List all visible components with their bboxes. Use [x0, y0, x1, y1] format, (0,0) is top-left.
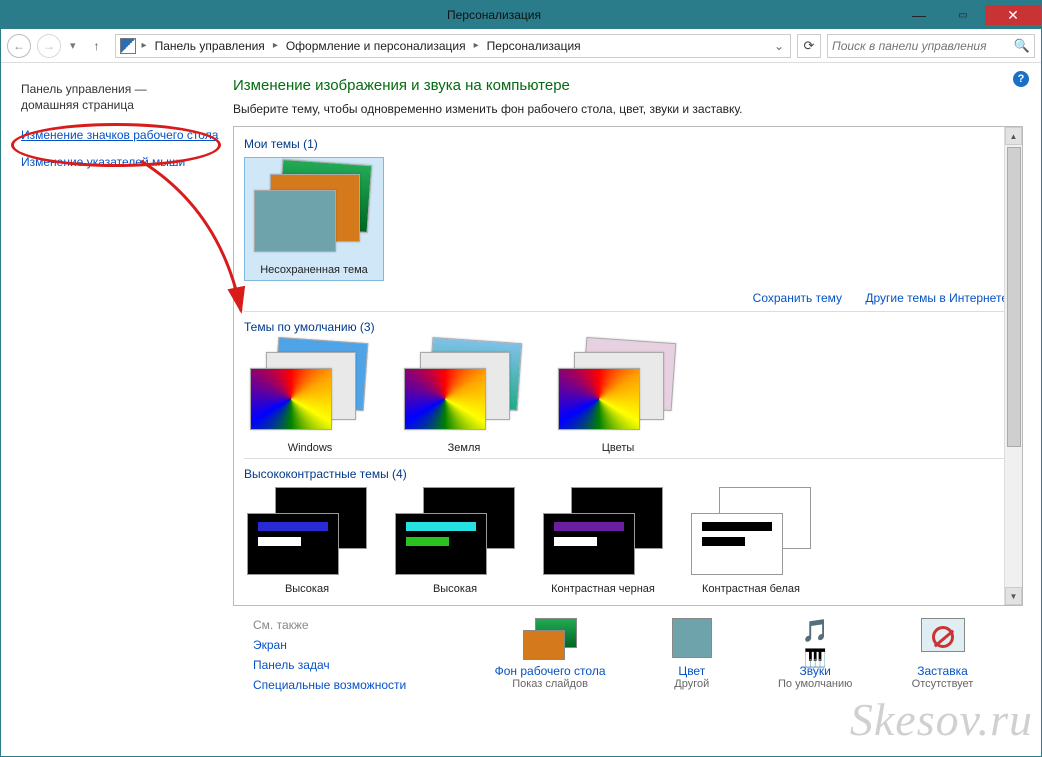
see-also-header: См. также: [253, 618, 465, 632]
sidebar: Панель управления — домашняя страница Из…: [1, 63, 233, 756]
desktop-background-icon: [523, 618, 577, 660]
content: ? Изменение изображения и звука на компь…: [233, 63, 1041, 756]
back-button[interactable]: ←: [7, 34, 31, 58]
color-icon: [665, 618, 719, 660]
chevron-right-icon: ▸: [142, 40, 147, 51]
search-icon[interactable]: 🔍: [1014, 38, 1030, 54]
window-title: Персонализация: [91, 8, 897, 22]
see-also: См. также Экран Панель задач Специальные…: [253, 618, 465, 692]
close-button[interactable]: ✕: [985, 5, 1041, 25]
maximize-button[interactable]: ▭: [941, 5, 985, 25]
titlebar: Персонализация — ▭ ✕: [1, 1, 1041, 29]
save-theme-link[interactable]: Сохранить тему: [753, 291, 842, 305]
scroll-up-button[interactable]: ▲: [1005, 127, 1022, 145]
forward-button[interactable]: →: [37, 34, 61, 58]
option-color[interactable]: Цвет Другой: [665, 618, 719, 692]
option-desktop-background[interactable]: Фон рабочего стола Показ слайдов: [495, 618, 606, 692]
control-panel-icon: [120, 38, 136, 54]
option-label: Фон рабочего стола: [495, 664, 606, 678]
option-subtext: Другой: [665, 678, 719, 690]
sidebar-link-desktop-icons[interactable]: Изменение значков рабочего стола: [21, 127, 221, 143]
history-dropdown[interactable]: ▾: [67, 39, 79, 52]
sidebar-link-mouse-pointers[interactable]: Изменение указателей мыши: [21, 154, 221, 170]
chevron-down-icon[interactable]: ⌄: [774, 39, 786, 53]
scrollbar[interactable]: ▲ ▼: [1004, 127, 1022, 605]
search-box[interactable]: 🔍: [827, 34, 1035, 58]
refresh-button[interactable]: ⟳: [797, 34, 821, 58]
theme-label: Несохраненная тема: [260, 264, 368, 276]
theme-label: Высокая: [392, 583, 518, 595]
option-subtext: Показ слайдов: [495, 678, 606, 690]
theme-item-flowers[interactable]: Цветы: [552, 340, 684, 454]
option-subtext: По умолчанию: [778, 678, 852, 690]
chevron-right-icon: ▸: [474, 40, 479, 51]
theme-item-hc1[interactable]: Высокая: [244, 487, 370, 595]
navbar: ← → ▾ ↑ ▸ Панель управления ▸ Оформление…: [1, 29, 1041, 63]
theme-item-hc3[interactable]: Контрастная черная: [540, 487, 666, 595]
window-root: Персонализация — ▭ ✕ ← → ▾ ↑ ▸ Панель уп…: [0, 0, 1042, 757]
option-label: Заставка: [912, 664, 974, 678]
theme-label: Цветы: [602, 442, 635, 454]
breadcrumb-item[interactable]: Персонализация: [485, 39, 583, 53]
section-my-themes: Мои темы (1): [244, 137, 1012, 151]
theme-item-hc2[interactable]: Высокая: [392, 487, 518, 595]
screensaver-icon: [916, 618, 970, 660]
theme-label: Земля: [448, 442, 481, 454]
page-subtext: Выберите тему, чтобы одновременно измени…: [233, 102, 1023, 116]
link-accessibility[interactable]: Специальные возможности: [253, 678, 465, 692]
theme-label: Контрастная белая: [688, 583, 814, 595]
breadcrumb-bar[interactable]: ▸ Панель управления ▸ Оформление и персо…: [115, 34, 791, 58]
help-icon[interactable]: ?: [1013, 71, 1029, 87]
theme-label: Windows: [288, 442, 333, 454]
option-sounds[interactable]: 🎵🎹 Звуки По умолчанию: [778, 618, 852, 692]
breadcrumb-item[interactable]: Панель управления: [153, 39, 267, 53]
theme-item-hc4[interactable]: Контрастная белая: [688, 487, 814, 595]
section-default-themes: Темы по умолчанию (3): [244, 320, 1012, 334]
section-high-contrast: Высококонтрастные темы (4): [244, 467, 1012, 481]
footer: См. также Экран Панель задач Специальные…: [233, 606, 1023, 704]
theme-item-earth[interactable]: Земля: [398, 340, 530, 454]
up-button[interactable]: ↑: [85, 34, 109, 58]
page-heading: Изменение изображения и звука на компьют…: [233, 77, 1023, 94]
chevron-right-icon: ▸: [273, 40, 278, 51]
option-label: Цвет: [665, 664, 719, 678]
minimize-button[interactable]: —: [897, 5, 941, 25]
scroll-down-button[interactable]: ▼: [1005, 587, 1022, 605]
more-themes-link[interactable]: Другие темы в Интернете: [865, 291, 1008, 305]
theme-label: Контрастная черная: [540, 583, 666, 595]
theme-label: Высокая: [244, 583, 370, 595]
search-input[interactable]: [832, 39, 1014, 53]
option-screensaver[interactable]: Заставка Отсутствует: [912, 618, 974, 692]
breadcrumb-item[interactable]: Оформление и персонализация: [284, 39, 468, 53]
sidebar-home-link[interactable]: Панель управления — домашняя страница: [21, 81, 221, 113]
theme-item-unsaved[interactable]: Несохраненная тема: [244, 157, 384, 281]
link-display[interactable]: Экран: [253, 638, 465, 652]
option-subtext: Отсутствует: [912, 678, 974, 690]
scroll-thumb[interactable]: [1007, 147, 1021, 447]
theme-list-panel: Мои темы (1) Несохраненная тема Со: [233, 126, 1023, 606]
body: Панель управления — домашняя страница Из…: [1, 63, 1041, 756]
theme-item-windows[interactable]: Windows: [244, 340, 376, 454]
link-taskbar[interactable]: Панель задач: [253, 658, 465, 672]
sounds-icon: 🎵🎹: [788, 618, 842, 660]
